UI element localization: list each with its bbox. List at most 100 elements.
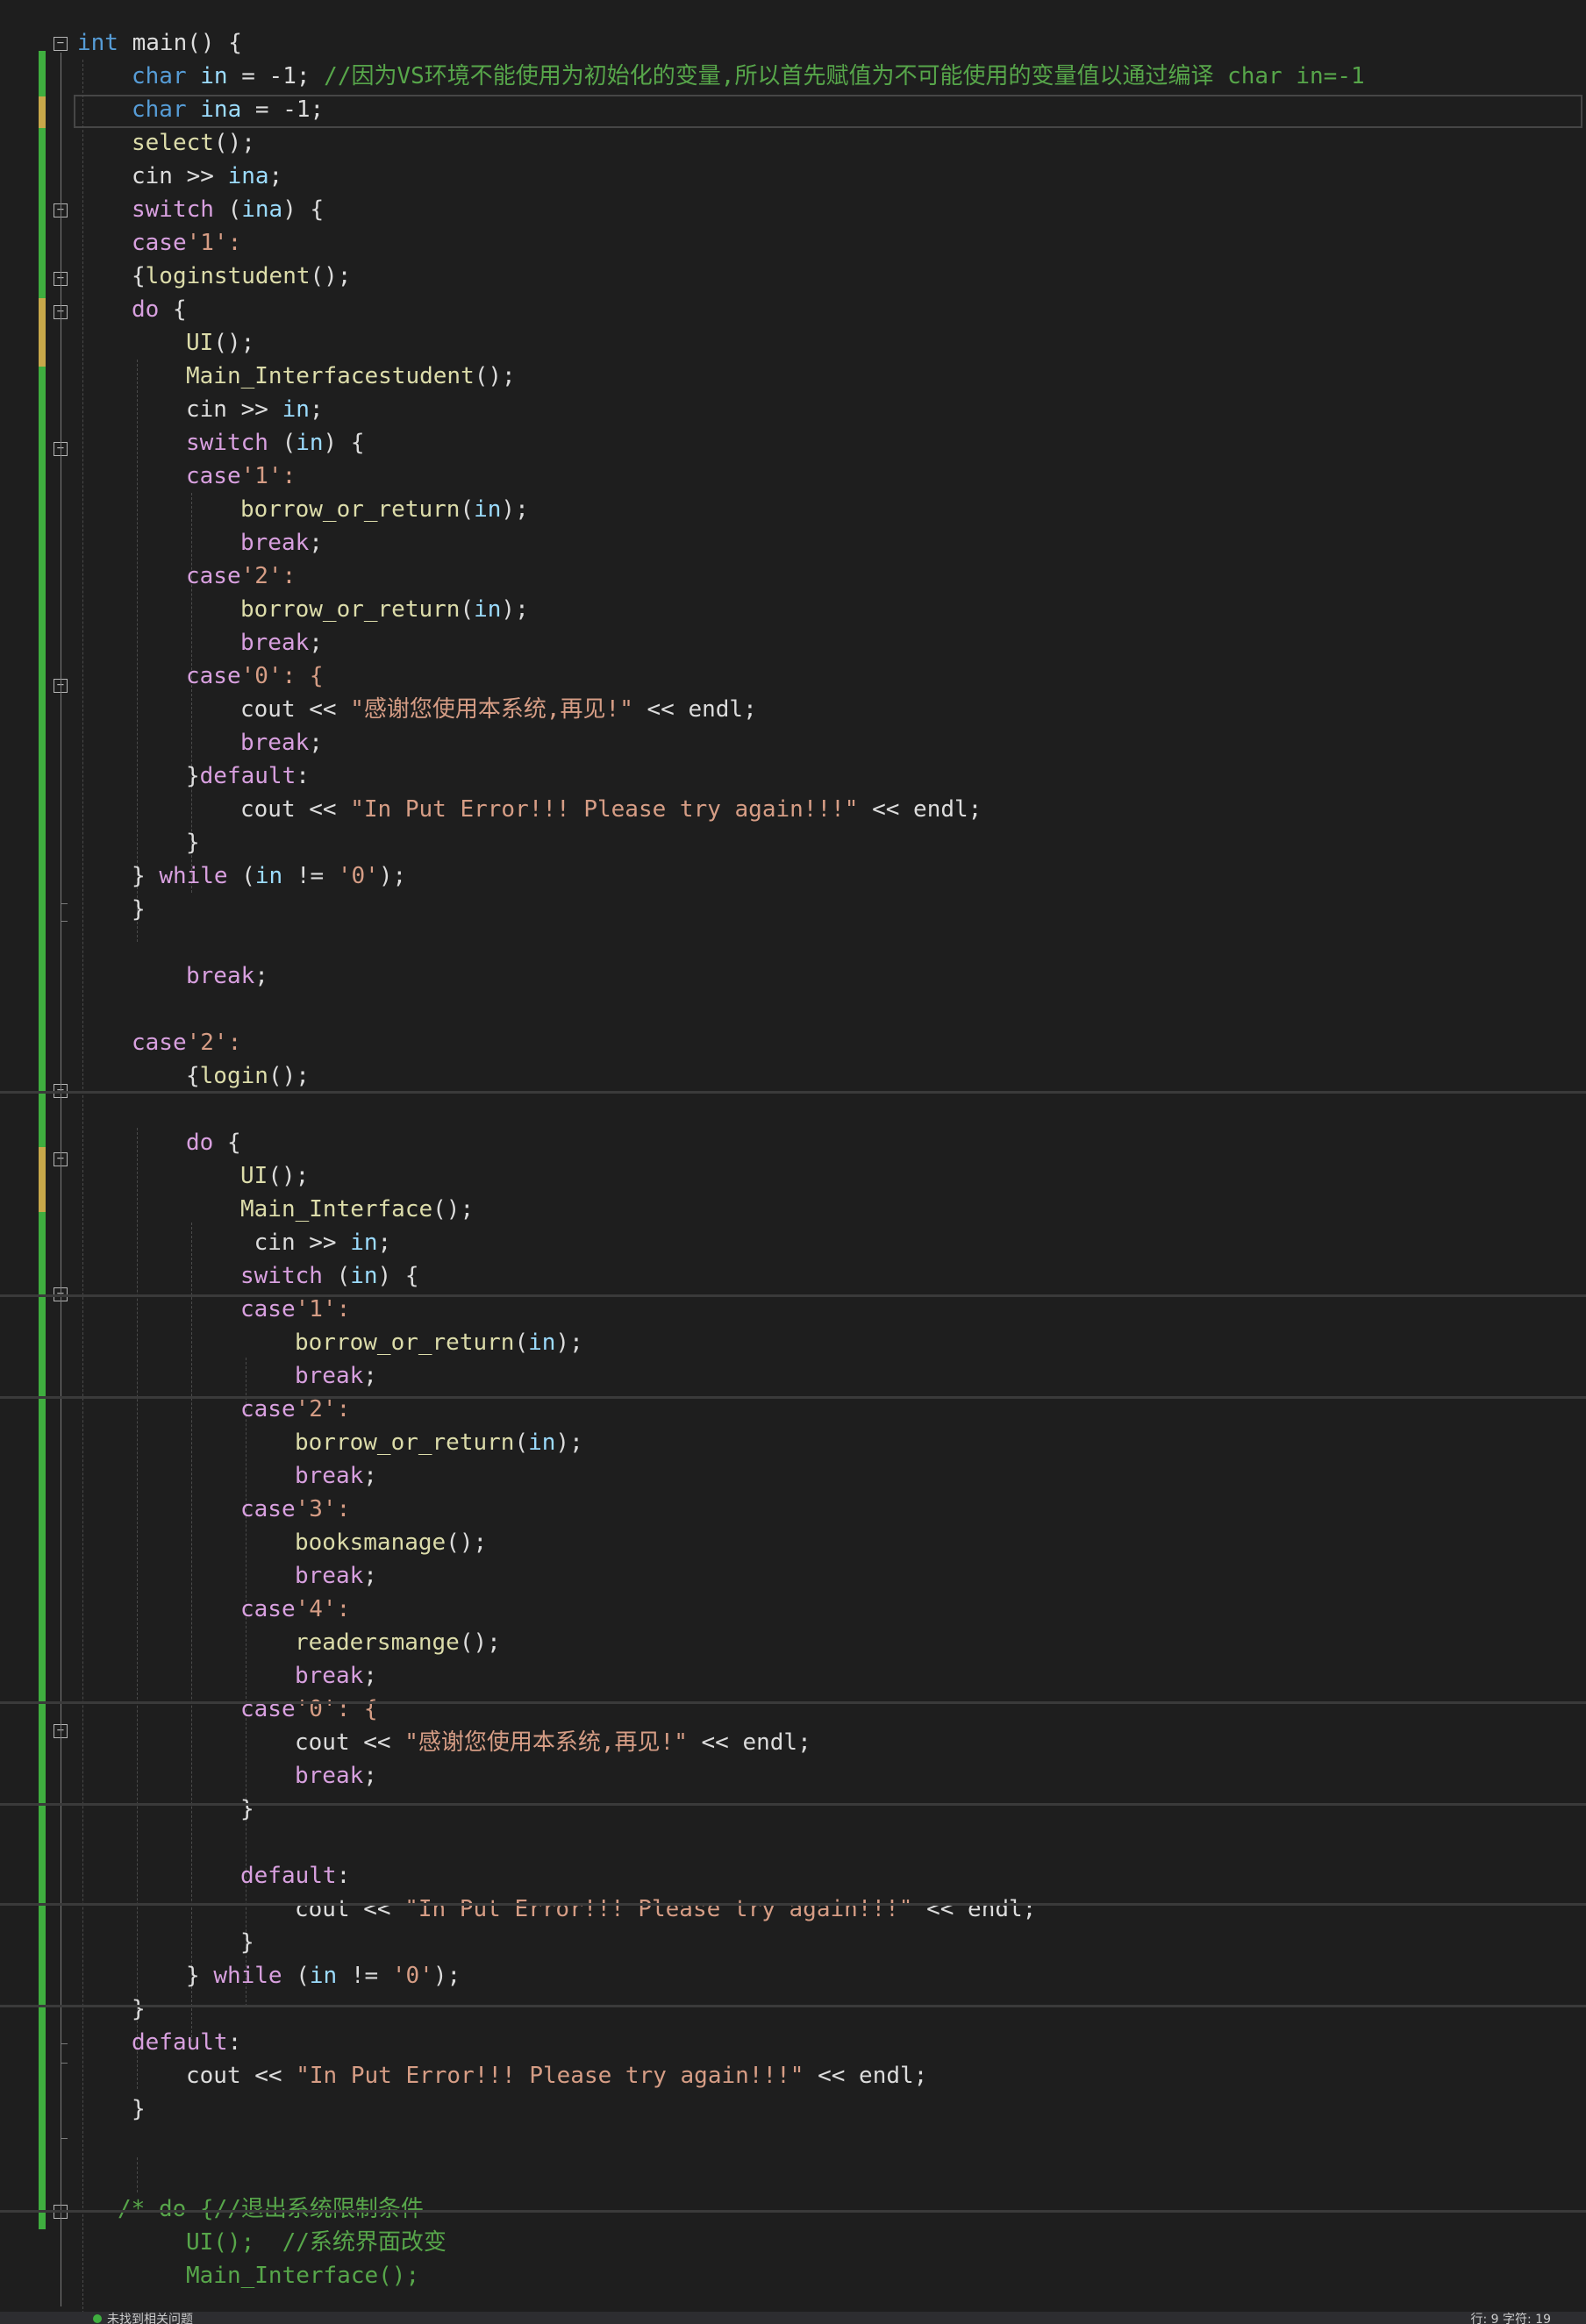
- code-line[interactable]: UI();: [240, 1159, 309, 1193]
- function-token: UI: [186, 330, 214, 356]
- code-line[interactable]: readersmange();: [295, 1626, 501, 1659]
- code-token: }: [240, 1929, 254, 1956]
- code-line[interactable]: break;: [295, 1359, 377, 1393]
- code-line[interactable]: {login();: [186, 1059, 310, 1093]
- function-token: readersmange: [295, 1629, 460, 1656]
- code-line[interactable]: default:: [240, 1859, 350, 1893]
- code-line[interactable]: do {: [186, 1126, 241, 1159]
- function-token: borrow_or_return: [240, 596, 461, 623]
- code-line[interactable]: cin >> in;: [240, 1226, 392, 1259]
- code-token: ();: [268, 1163, 310, 1189]
- cursor-position[interactable]: 行: 9 字符: 19: [1470, 2310, 1551, 2324]
- control-keyword-token: do: [186, 1130, 214, 1156]
- code-line[interactable]: Main_Interfacestudent();: [186, 360, 516, 393]
- code-token: ;: [363, 1463, 377, 1489]
- code-line[interactable]: cout << "In Put Error!!! Please try agai…: [186, 2059, 927, 2092]
- code-token: ;: [268, 163, 283, 189]
- code-line[interactable]: }: [240, 1926, 254, 1959]
- code-line[interactable]: cout << "感谢您使用本系统,再见!" << endl;: [240, 693, 757, 726]
- code-line[interactable]: case'4':: [240, 1593, 350, 1626]
- code-token: :: [227, 2029, 242, 2056]
- code-line[interactable]: break;: [295, 1659, 377, 1693]
- code-line[interactable]: break;: [295, 1459, 377, 1493]
- editor-gutter: − − − − − − − − − − −: [0, 0, 77, 2315]
- code-token: << endl;: [912, 1896, 1037, 1922]
- code-line[interactable]: {loginstudent();: [132, 260, 351, 293]
- code-line[interactable]: Main_Interface();: [240, 1193, 474, 1226]
- code-line[interactable]: borrow_or_return(in);: [295, 1426, 583, 1459]
- code-line[interactable]: break;: [240, 626, 323, 659]
- code-token: {: [159, 296, 187, 323]
- image-seam: [0, 1903, 1586, 1906]
- control-keyword-token: while: [213, 1963, 282, 1989]
- code-token: !=: [337, 1963, 392, 1989]
- code-token: ;: [363, 1563, 377, 1589]
- code-line[interactable]: int main() {: [77, 26, 242, 60]
- code-line[interactable]: break;: [295, 1559, 377, 1593]
- code-line[interactable]: }: [132, 1993, 146, 2026]
- code-token: cin >>: [240, 1230, 351, 1256]
- code-line[interactable]: break;: [295, 1759, 377, 1793]
- code-line[interactable]: switch (in) {: [186, 426, 365, 460]
- code-line[interactable]: case'2':: [186, 560, 296, 593]
- code-line[interactable]: break;: [240, 726, 323, 759]
- code-line[interactable]: do {: [132, 293, 187, 326]
- code-line[interactable]: case'1':: [132, 226, 241, 260]
- string-token: '0': {: [240, 663, 324, 689]
- code-line[interactable]: cin >> ina;: [132, 160, 282, 193]
- code-line[interactable]: }: [240, 1793, 254, 1826]
- code-line[interactable]: case'1':: [186, 460, 296, 493]
- indent-guide: [82, 60, 83, 2324]
- code-token: ;: [363, 1663, 377, 1689]
- fold-end-tick: [61, 2138, 68, 2139]
- code-line[interactable]: }: [132, 2092, 146, 2126]
- code-token: << endl;: [804, 2063, 928, 2089]
- code-line[interactable]: select();: [132, 126, 255, 160]
- code-line[interactable]: } while (in != '0');: [186, 1959, 461, 1993]
- code-editor[interactable]: − − − − − − − − − − − int main() { char …: [0, 0, 1586, 2324]
- fold-toggle-icon[interactable]: −: [54, 37, 68, 51]
- code-line[interactable]: case'0': {: [186, 659, 324, 693]
- code-line[interactable]: char in = -1; //因为VS环境不能使用为初始化的变量,所以首先赋值…: [132, 60, 1365, 93]
- code-line[interactable]: default:: [132, 2026, 241, 2059]
- code-line[interactable]: cout << "感谢您使用本系统,再见!" << endl;: [295, 1726, 811, 1759]
- code-line[interactable]: break;: [240, 526, 323, 560]
- code-line[interactable]: UI();: [186, 326, 254, 360]
- code-line[interactable]: cout << "In Put Error!!! Please try agai…: [240, 793, 982, 826]
- code-token: }: [132, 2096, 146, 2122]
- code-line[interactable]: cin >> in;: [186, 393, 324, 426]
- string-token: '1':: [240, 463, 296, 489]
- function-token: loginstudent: [145, 263, 311, 289]
- code-line[interactable]: case'2':: [132, 1026, 241, 1059]
- variable-token: in: [350, 1230, 378, 1256]
- code-line[interactable]: case'3':: [240, 1493, 350, 1526]
- image-seam: [0, 2005, 1586, 2007]
- code-line[interactable]: case'0': {: [240, 1693, 378, 1726]
- code-token: (: [514, 1429, 529, 1456]
- variable-token: in: [528, 1330, 556, 1356]
- code-line[interactable]: switch (in) {: [240, 1259, 419, 1293]
- code-line[interactable]: /* do {//退出系统限制条件: [118, 2192, 424, 2226]
- code-line[interactable]: case'1':: [240, 1293, 350, 1326]
- code-line[interactable]: char ina = -1;: [132, 93, 324, 126]
- issues-status[interactable]: 未找到相关问题: [107, 2310, 193, 2324]
- code-token: }: [132, 863, 160, 889]
- code-line[interactable]: cout << "In Put Error!!! Please try agai…: [295, 1893, 1036, 1926]
- code-line[interactable]: }: [132, 893, 146, 926]
- string-token: '1':: [186, 230, 242, 256]
- variable-token: in: [350, 1263, 378, 1289]
- code-line[interactable]: }default:: [186, 759, 310, 793]
- code-line[interactable]: borrow_or_return(in);: [295, 1326, 583, 1359]
- code-line[interactable]: Main_Interface();: [186, 2259, 419, 2292]
- code-line[interactable]: borrow_or_return(in);: [240, 493, 529, 526]
- code-line[interactable]: UI(); //系统界面改变: [186, 2226, 447, 2259]
- code-line[interactable]: }: [186, 826, 200, 859]
- comment-token: Main_Interface();: [186, 2263, 420, 2289]
- code-line[interactable]: break;: [186, 959, 268, 993]
- code-line[interactable]: } while (in != '0');: [132, 859, 406, 893]
- check-circle-icon: [93, 2314, 102, 2323]
- code-line[interactable]: booksmanage();: [295, 1526, 487, 1559]
- code-line[interactable]: borrow_or_return(in);: [240, 593, 529, 626]
- code-line[interactable]: switch (ina) {: [132, 193, 324, 226]
- function-token: UI: [240, 1163, 268, 1189]
